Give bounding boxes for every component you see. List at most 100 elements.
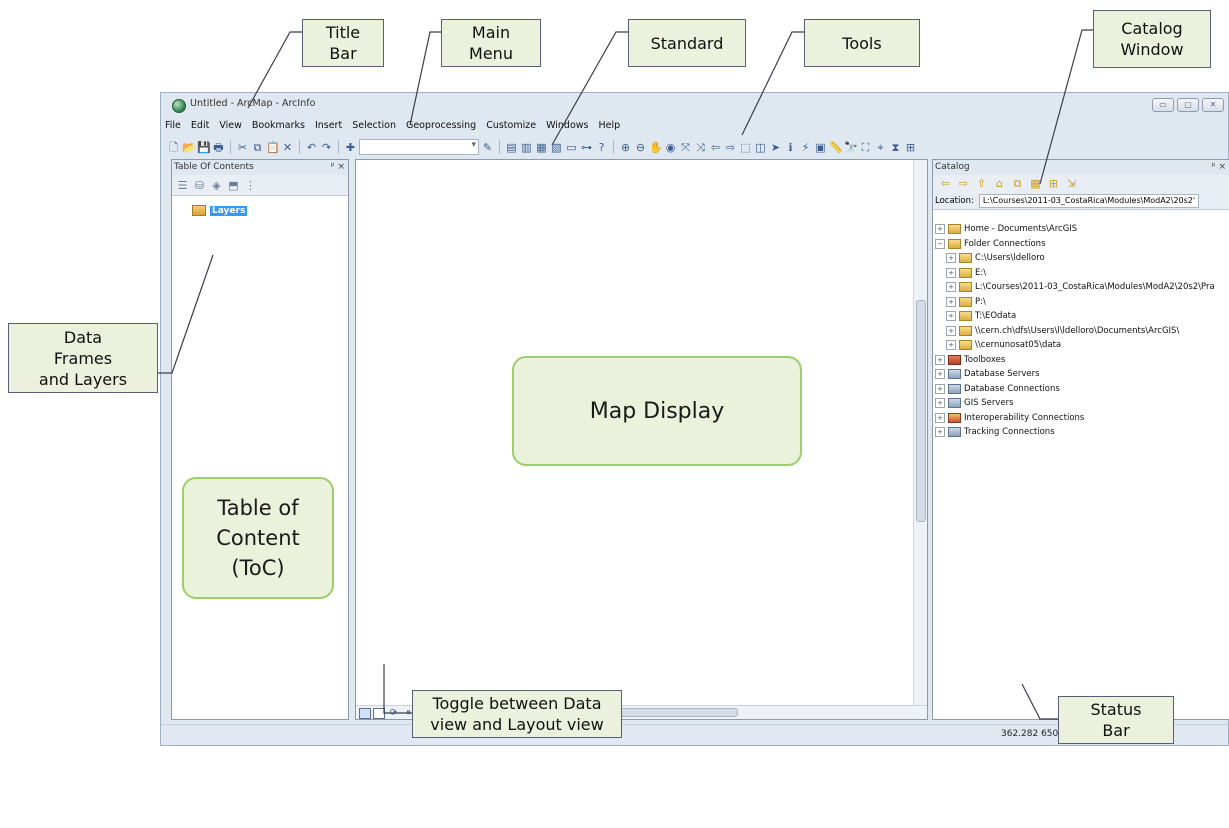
find-route-icon[interactable]: ⛶ bbox=[859, 141, 872, 154]
tree-item-folder[interactable]: + \\cern.ch\dfs\Users\l\ldelloro\Document… bbox=[935, 324, 1215, 339]
identify-icon[interactable]: ℹ bbox=[784, 141, 797, 154]
add-data-icon[interactable]: ✚ bbox=[344, 141, 357, 154]
menu-windows[interactable]: Windows bbox=[546, 120, 588, 136]
list-by-source-icon[interactable]: ⛁ bbox=[193, 179, 206, 192]
forward-icon[interactable]: ⇨ bbox=[957, 177, 970, 190]
tree-item-home[interactable]: + Home - Documents\ArcGIS bbox=[935, 222, 1215, 237]
expand-icon[interactable]: + bbox=[935, 354, 945, 365]
maximize-button[interactable]: ▢ bbox=[1177, 98, 1199, 112]
tree-item-tracking[interactable]: + Tracking Connections bbox=[935, 425, 1215, 440]
toggle-contents-icon[interactable]: ⇲ bbox=[1065, 177, 1078, 190]
back-icon[interactable]: ⇦ bbox=[939, 177, 952, 190]
menu-customize[interactable]: Customize bbox=[486, 120, 536, 136]
zoom-in-icon[interactable]: ⊕ bbox=[619, 141, 632, 154]
home-folder-icon[interactable]: ⌂ bbox=[993, 177, 1006, 190]
tree-item-folder[interactable]: + T:\EOdata bbox=[935, 309, 1215, 324]
python-window-icon[interactable]: ▭ bbox=[565, 141, 578, 154]
cut-icon[interactable]: ✂ bbox=[236, 141, 249, 154]
catalog-icon[interactable]: ▥ bbox=[520, 141, 533, 154]
zoom-out-icon[interactable]: ⊖ bbox=[634, 141, 647, 154]
redo-icon[interactable]: ↷ bbox=[320, 141, 333, 154]
expand-icon[interactable]: + bbox=[946, 325, 956, 336]
go-forward-icon[interactable]: ⇨ bbox=[724, 141, 737, 154]
list-by-visibility-icon[interactable]: ◈ bbox=[210, 179, 223, 192]
expand-icon[interactable]: + bbox=[946, 311, 956, 322]
close-button[interactable]: ✕ bbox=[1202, 98, 1224, 112]
table-of-contents-icon[interactable]: ▤ bbox=[505, 141, 518, 154]
expand-icon[interactable]: + bbox=[935, 398, 945, 409]
minimize-button[interactable]: ▭ bbox=[1152, 98, 1174, 112]
refresh-icon[interactable]: ⟳ bbox=[387, 707, 400, 720]
map-vertical-scrollbar[interactable] bbox=[913, 160, 927, 708]
open-icon[interactable]: 📂 bbox=[182, 141, 196, 154]
measure-icon[interactable]: 📏 bbox=[829, 141, 843, 154]
menu-help[interactable]: Help bbox=[598, 120, 620, 136]
expand-icon[interactable]: + bbox=[935, 369, 945, 380]
data-view-button[interactable] bbox=[359, 708, 371, 719]
menu-edit[interactable]: Edit bbox=[191, 120, 209, 136]
expand-icon[interactable]: + bbox=[946, 340, 956, 351]
menu-bookmarks[interactable]: Bookmarks bbox=[252, 120, 305, 136]
html-popup-icon[interactable]: ▣ bbox=[814, 141, 827, 154]
new-document-icon[interactable]: 🗋 bbox=[167, 141, 180, 154]
expand-icon[interactable]: + bbox=[935, 412, 945, 423]
views-icon[interactable]: ▦ bbox=[1029, 177, 1042, 190]
expand-icon[interactable]: + bbox=[935, 383, 945, 394]
model-builder-icon[interactable]: ⊶ bbox=[580, 141, 593, 154]
toc-options-icon[interactable]: ⋮ bbox=[244, 179, 257, 192]
save-icon[interactable]: 💾 bbox=[197, 141, 211, 154]
go-back-icon[interactable]: ⇦ bbox=[709, 141, 722, 154]
search-window-icon[interactable]: ▦ bbox=[535, 141, 548, 154]
tree-item-folder[interactable]: + P:\ bbox=[935, 295, 1215, 310]
catalog-panel-controls[interactable]: ᵖ × bbox=[1212, 160, 1226, 175]
tree-item-interoperability[interactable]: + Interoperability Connections bbox=[935, 411, 1215, 426]
expand-icon[interactable]: + bbox=[946, 296, 956, 307]
map-scale-combo[interactable] bbox=[359, 139, 479, 155]
pan-icon[interactable]: ✋ bbox=[649, 141, 663, 154]
expand-icon[interactable]: + bbox=[935, 224, 945, 235]
editor-toolbar-icon[interactable]: ✎ bbox=[481, 141, 494, 154]
full-extent-icon[interactable]: ◉ bbox=[664, 141, 677, 154]
paste-icon[interactable]: 📋 bbox=[266, 141, 280, 154]
list-by-drawing-order-icon[interactable]: ☰ bbox=[176, 179, 189, 192]
select-features-icon[interactable]: ⬚ bbox=[739, 141, 752, 154]
tree-item-folder[interactable]: + L:\Courses\2011-03_CostaRica\Modules\Mo… bbox=[935, 280, 1215, 295]
expand-icon[interactable]: + bbox=[946, 267, 956, 278]
menu-selection[interactable]: Selection bbox=[352, 120, 396, 136]
find-icon[interactable]: 🔭 bbox=[844, 141, 858, 154]
tree-item-folder[interactable]: + \\cernunosat05\data bbox=[935, 338, 1215, 353]
menu-view[interactable]: View bbox=[219, 120, 242, 136]
map-vertical-scroll-thumb[interactable] bbox=[916, 300, 926, 522]
tree-item-toolboxes[interactable]: + Toolboxes bbox=[935, 353, 1215, 368]
hyperlink-icon[interactable]: ⚡ bbox=[799, 141, 812, 154]
expand-icon[interactable]: + bbox=[935, 427, 945, 438]
connect-folder-icon[interactable]: ⧉ bbox=[1011, 177, 1024, 190]
undo-icon[interactable]: ↶ bbox=[305, 141, 318, 154]
copy-icon[interactable]: ⧉ bbox=[251, 141, 264, 154]
location-input[interactable]: L:\Courses\2011-03_CostaRica\Modules\Mod… bbox=[978, 193, 1200, 208]
tree-item-folder-connections[interactable]: − Folder Connections bbox=[935, 237, 1215, 252]
whats-this-icon[interactable]: ? bbox=[595, 141, 608, 154]
expand-icon[interactable]: + bbox=[946, 253, 956, 264]
list-by-selection-icon[interactable]: ⬒ bbox=[227, 179, 240, 192]
tree-item-folder[interactable]: + E:\ bbox=[935, 266, 1215, 281]
toc-panel-controls[interactable]: ᵖ × bbox=[331, 160, 345, 175]
tree-item-database-connections[interactable]: + Database Connections bbox=[935, 382, 1215, 397]
expand-icon[interactable]: + bbox=[946, 282, 956, 293]
fixed-zoom-out-icon[interactable]: ⤨ bbox=[694, 141, 707, 154]
menu-insert[interactable]: Insert bbox=[315, 120, 342, 136]
clear-selection-icon[interactable]: ◫ bbox=[754, 141, 767, 154]
layout-view-button[interactable] bbox=[373, 708, 385, 719]
data-frame-layers[interactable]: Layers bbox=[192, 205, 248, 216]
up-folder-icon[interactable]: ⇧ bbox=[975, 177, 988, 190]
go-to-xy-icon[interactable]: ⌖ bbox=[874, 141, 887, 154]
time-slider-icon[interactable]: ⧗ bbox=[889, 141, 902, 154]
menu-geoprocessing[interactable]: Geoprocessing bbox=[406, 120, 476, 136]
arctoolbox-icon[interactable]: ▧ bbox=[550, 141, 563, 154]
new-folder-icon[interactable]: ⊞ bbox=[1047, 177, 1060, 190]
delete-icon[interactable]: ✕ bbox=[281, 141, 294, 154]
collapse-icon[interactable]: − bbox=[935, 238, 945, 249]
fixed-zoom-in-icon[interactable]: ⤧ bbox=[679, 141, 692, 154]
create-viewer-window-icon[interactable]: ⊞ bbox=[904, 141, 917, 154]
tree-item-gis-servers[interactable]: + GIS Servers bbox=[935, 396, 1215, 411]
